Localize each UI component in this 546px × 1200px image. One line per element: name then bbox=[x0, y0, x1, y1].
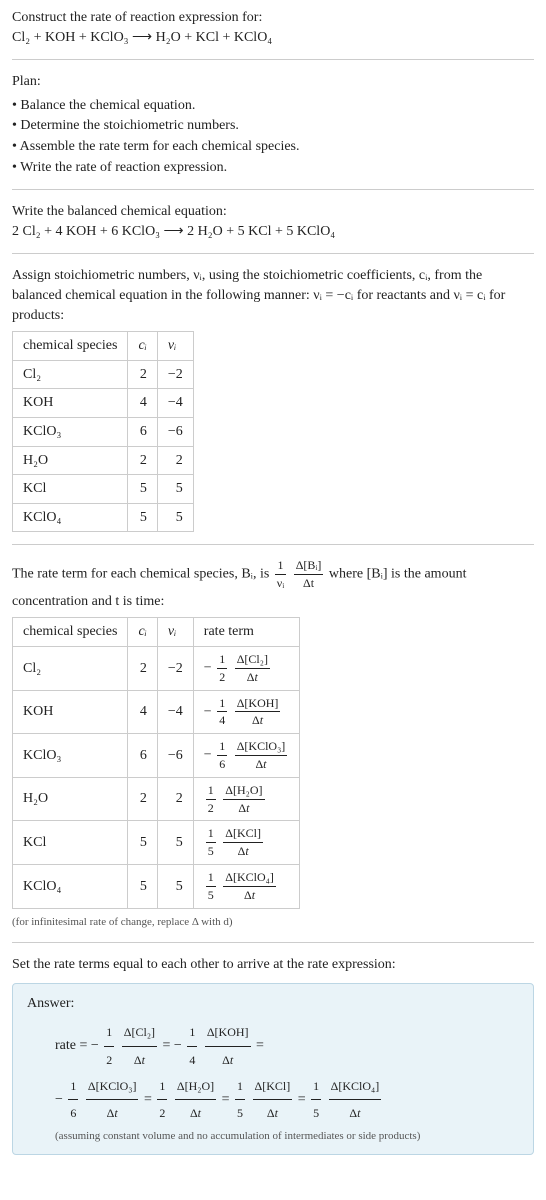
table-cell: −2 bbox=[157, 360, 193, 389]
table-header: cᵢ bbox=[128, 618, 157, 647]
rate-term-intro: The rate term for each chemical species,… bbox=[12, 557, 534, 611]
table-cell: KOH bbox=[13, 389, 128, 418]
table-row: H₂O 2 2 bbox=[13, 446, 194, 475]
table-header: chemical species bbox=[13, 618, 128, 647]
table-cell: − 16 Δ[KClO₃]Δt bbox=[193, 734, 299, 778]
table-cell: Cl₂ bbox=[13, 647, 128, 691]
table-row: KCl 5 5 bbox=[13, 475, 194, 504]
table-cell: Cl₂ bbox=[13, 360, 128, 389]
divider bbox=[12, 253, 534, 254]
table-cell: 12 Δ[H₂O]Δt bbox=[193, 777, 299, 821]
table-cell: 2 bbox=[128, 446, 157, 475]
stoich-table: chemical species cᵢ νᵢ Cl₂ 2 −2 KOH 4 −4… bbox=[12, 331, 194, 532]
table-cell: 2 bbox=[128, 777, 157, 821]
table-cell: 5 bbox=[128, 821, 157, 865]
table-cell: 6 bbox=[128, 417, 157, 446]
fraction-top: 1 bbox=[275, 557, 286, 575]
plan-item: • Assemble the rate term for each chemic… bbox=[12, 137, 534, 157]
divider bbox=[12, 942, 534, 943]
problem-title: Construct the rate of reaction expressio… bbox=[12, 8, 534, 28]
table-header: νᵢ bbox=[157, 332, 193, 361]
table-cell: KCl bbox=[13, 475, 128, 504]
table-cell: 5 bbox=[157, 475, 193, 504]
table-row: Cl₂ 2 −2 bbox=[13, 360, 194, 389]
stoich-intro: Assign stoichiometric numbers, νᵢ, using… bbox=[12, 266, 534, 325]
plan-title: Plan: bbox=[12, 72, 534, 92]
table-cell: H₂O bbox=[13, 777, 128, 821]
table-row: KOH 4 −4 bbox=[13, 389, 194, 418]
answer-label: Answer: bbox=[27, 994, 519, 1014]
answer-box: Answer: rate = − 12 Δ[Cl₂]Δt = − 14 Δ[KO… bbox=[12, 983, 534, 1156]
table-cell: KOH bbox=[13, 690, 128, 734]
rate-term-table: chemical species cᵢ νᵢ rate term Cl₂2−2−… bbox=[12, 617, 300, 908]
fraction-bot: Δt bbox=[294, 575, 324, 592]
fraction-bot: νᵢ bbox=[275, 575, 286, 592]
table-cell: − 14 Δ[KOH]Δt bbox=[193, 690, 299, 734]
table-row: KCl5515 Δ[KCl]Δt bbox=[13, 821, 300, 865]
table-row: KClO₃ 6 −6 bbox=[13, 417, 194, 446]
fraction: 1 νᵢ bbox=[275, 557, 286, 592]
table-cell: 5 bbox=[128, 865, 157, 909]
final-intro: Set the rate terms equal to each other t… bbox=[12, 955, 534, 975]
table-cell: −4 bbox=[157, 690, 193, 734]
table-row: KClO₃6−6− 16 Δ[KClO₃]Δt bbox=[13, 734, 300, 778]
divider bbox=[12, 59, 534, 60]
table-cell: KClO₃ bbox=[13, 417, 128, 446]
plan-item: • Balance the chemical equation. bbox=[12, 96, 534, 116]
infinitesimal-note: (for infinitesimal rate of change, repla… bbox=[12, 915, 534, 930]
problem-equation: Cl₂ + KOH + KClO₃ ⟶ H₂O + KCl + KClO₄ bbox=[12, 28, 534, 48]
table-header: νᵢ bbox=[157, 618, 193, 647]
table-cell: 4 bbox=[128, 690, 157, 734]
fraction-top: Δ[Bᵢ] bbox=[294, 557, 324, 575]
table-row: H₂O2212 Δ[H₂O]Δt bbox=[13, 777, 300, 821]
table-header: chemical species bbox=[13, 332, 128, 361]
table-cell: 4 bbox=[128, 389, 157, 418]
table-cell: 2 bbox=[157, 777, 193, 821]
table-row: KClO₄ 5 5 bbox=[13, 503, 194, 532]
plan-item: • Write the rate of reaction expression. bbox=[12, 158, 534, 178]
table-cell: H₂O bbox=[13, 446, 128, 475]
table-cell: 5 bbox=[157, 865, 193, 909]
table-cell: KClO₄ bbox=[13, 503, 128, 532]
table-cell: KClO₃ bbox=[13, 734, 128, 778]
fraction: Δ[Bᵢ] Δt bbox=[294, 557, 324, 592]
balanced-equation: 2 Cl₂ + 4 KOH + 6 KClO₃ ⟶ 2 H₂O + 5 KCl … bbox=[12, 222, 534, 242]
table-header: rate term bbox=[193, 618, 299, 647]
table-cell: 15 Δ[KClO₄]Δt bbox=[193, 865, 299, 909]
table-cell: −2 bbox=[157, 647, 193, 691]
divider bbox=[12, 544, 534, 545]
plan-item: • Determine the stoichiometric numbers. bbox=[12, 116, 534, 136]
table-cell: 2 bbox=[128, 647, 157, 691]
text: The rate term for each chemical species,… bbox=[12, 567, 273, 582]
answer-assumption: (assuming constant volume and no accumul… bbox=[55, 1129, 519, 1144]
table-cell: 5 bbox=[128, 475, 157, 504]
table-cell: −6 bbox=[157, 417, 193, 446]
table-cell: 5 bbox=[128, 503, 157, 532]
table-header: cᵢ bbox=[128, 332, 157, 361]
table-row: KClO₄5515 Δ[KClO₄]Δt bbox=[13, 865, 300, 909]
balanced-title: Write the balanced chemical equation: bbox=[12, 202, 534, 222]
divider bbox=[12, 189, 534, 190]
table-cell: 2 bbox=[128, 360, 157, 389]
table-cell: 2 bbox=[157, 446, 193, 475]
table-cell: −4 bbox=[157, 389, 193, 418]
answer-expression: rate = − 12 Δ[Cl₂]Δt = − 14 Δ[KOH]Δt = −… bbox=[55, 1019, 519, 1127]
table-cell: KClO₄ bbox=[13, 865, 128, 909]
plan-list: • Balance the chemical equation. • Deter… bbox=[12, 96, 534, 177]
table-row: Cl₂2−2− 12 Δ[Cl₂]Δt bbox=[13, 647, 300, 691]
table-cell: −6 bbox=[157, 734, 193, 778]
table-cell: 5 bbox=[157, 503, 193, 532]
table-cell: 5 bbox=[157, 821, 193, 865]
table-cell: 15 Δ[KCl]Δt bbox=[193, 821, 299, 865]
table-row: KOH4−4− 14 Δ[KOH]Δt bbox=[13, 690, 300, 734]
table-cell: − 12 Δ[Cl₂]Δt bbox=[193, 647, 299, 691]
table-cell: KCl bbox=[13, 821, 128, 865]
table-cell: 6 bbox=[128, 734, 157, 778]
